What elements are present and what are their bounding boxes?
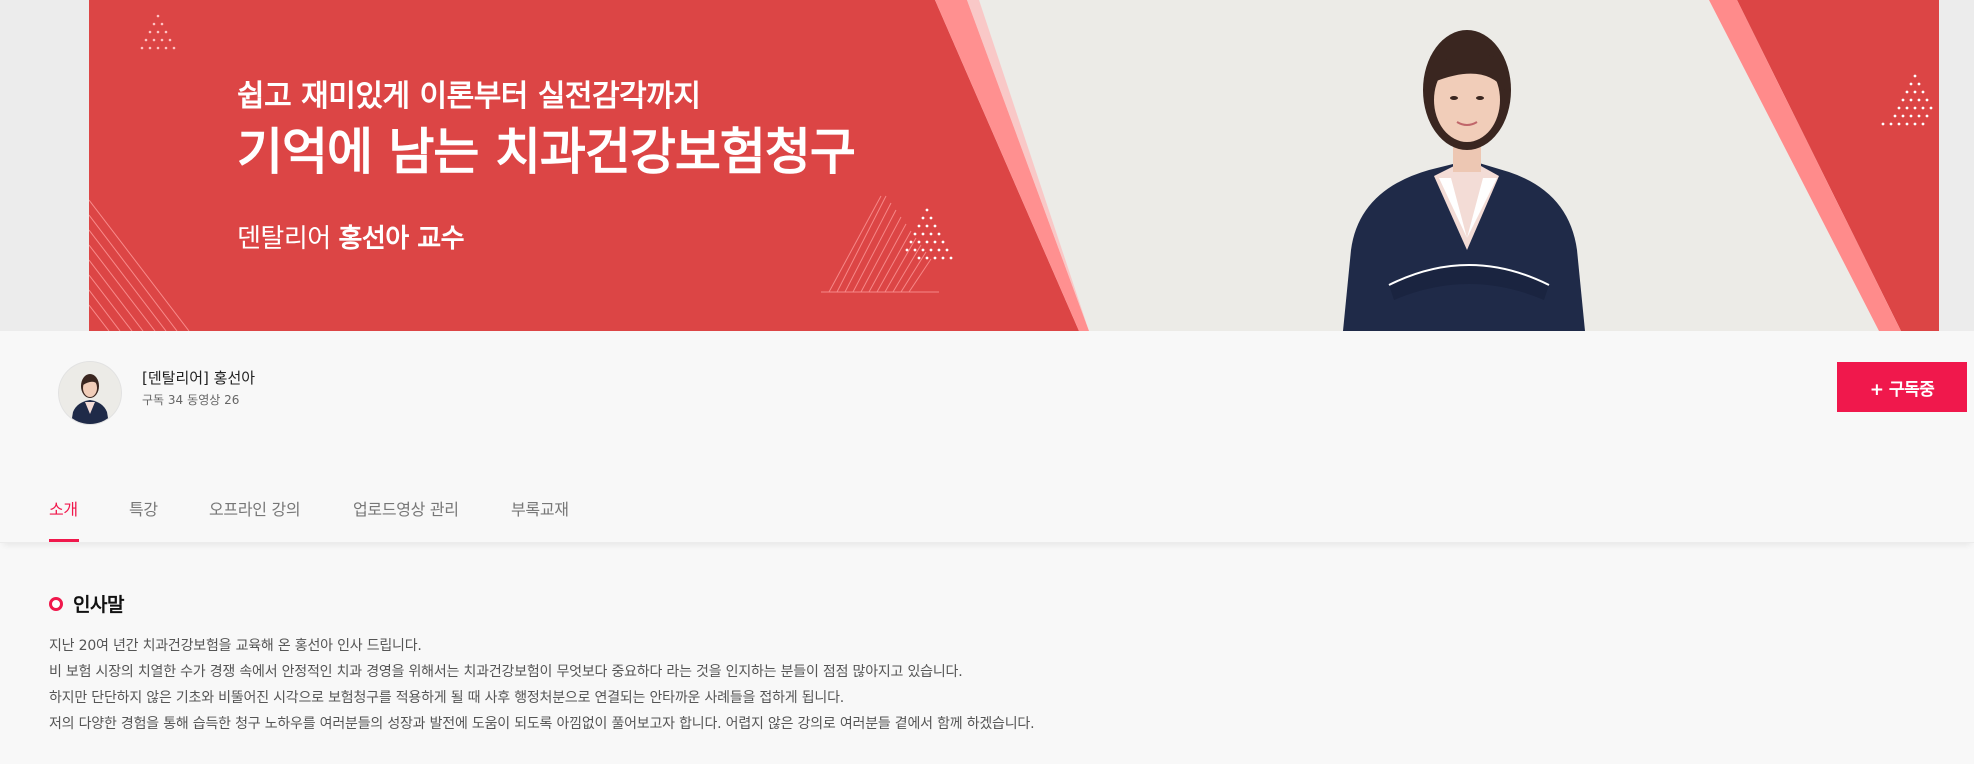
intro-section: 인사말 지난 20여 년간 치과건강보험을 교육해 온 홍선아 인사 드립니다.… xyxy=(49,590,1929,737)
channel-stats: 구독 34 동영상 26 xyxy=(142,391,239,408)
banner-professor-name: 홍선아 교수 xyxy=(338,224,465,254)
intro-line: 저의 다양한 경험을 통해 습득한 청구 노하우를 여러분들의 성장과 발전에 … xyxy=(49,716,1035,732)
professor-photo xyxy=(1343,30,1585,331)
banner-professor: 덴탈리어 홍선아 교수 xyxy=(237,218,855,255)
intro-text: 지난 20여 년간 치과건강보험을 교육해 온 홍선아 인사 드립니다. 비 보… xyxy=(49,633,1929,737)
channel-banner-area: 쉽고 재미있게 이론부터 실전감각까지 기억에 남는 치과건강보험청구 덴탈리어… xyxy=(0,0,1974,331)
tab-special-lecture[interactable]: 특강 xyxy=(129,496,158,520)
banner-title: 기억에 남는 치과건강보험청구 xyxy=(237,123,856,181)
banner-subtitle: 쉽고 재미있게 이론부터 실전감각까지 xyxy=(237,79,701,114)
active-tab-indicator xyxy=(49,539,79,542)
channel-banner: 쉽고 재미있게 이론부터 실전감각까지 기억에 남는 치과건강보험청구 덴탈리어… xyxy=(89,0,1939,331)
intro-line: 비 보험 시장의 치열한 수가 경쟁 속에서 안정적인 치과 경영을 위해서는 … xyxy=(49,664,963,680)
subscriber-count: 구독 34 xyxy=(142,393,184,407)
subscribe-button[interactable]: + 구독중 xyxy=(1837,362,1967,412)
tab-offline-lecture[interactable]: 오프라인 강의 xyxy=(209,496,301,520)
tab-intro[interactable]: 소개 xyxy=(49,496,78,520)
channel-header: [덴탈리어] 홍선아 구독 34 동영상 26 + 구독중 xyxy=(0,331,1974,441)
channel-tabs: 소개 특강 오프라인 강의 업로드영상 관리 부록교재 xyxy=(0,470,1974,543)
intro-line: 지난 20여 년간 치과건강보험을 교육해 온 홍선아 인사 드립니다. xyxy=(49,638,422,654)
avatar-image xyxy=(59,362,121,424)
channel-name[interactable]: [덴탈리어] 홍선아 xyxy=(142,367,255,388)
banner-professor-prefix: 덴탈리어 xyxy=(237,224,339,254)
intro-heading: 인사말 xyxy=(49,590,1929,617)
tab-upload-management[interactable]: 업로드영상 관리 xyxy=(353,496,459,520)
avatar[interactable] xyxy=(59,362,121,424)
tab-supplementary-materials[interactable]: 부록교재 xyxy=(511,496,569,520)
intro-title: 인사말 xyxy=(73,594,124,616)
banner-text: 쉽고 재미있게 이론부터 실전감각까지 기억에 남는 치과건강보험청구 덴탈리어… xyxy=(237,76,856,255)
video-count: 동영상 26 xyxy=(187,393,240,407)
intro-line: 하지만 단단하지 않은 기초와 비뚤어진 시각으로 보험청구를 적용하게 될 때… xyxy=(49,690,845,706)
circle-bullet-icon xyxy=(49,596,63,611)
